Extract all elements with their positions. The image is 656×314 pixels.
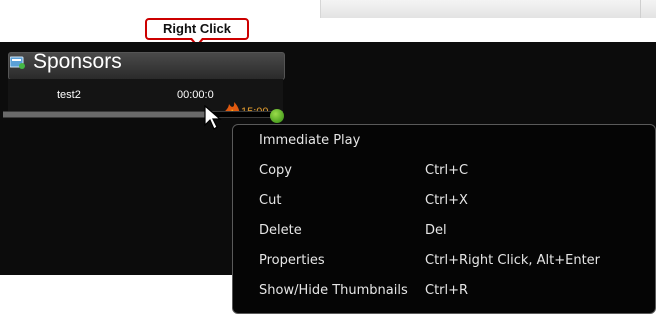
window-top-bar xyxy=(320,0,656,18)
right-click-callout: Right Click xyxy=(145,18,249,40)
menu-item-immediate-play[interactable]: Immediate Play xyxy=(233,129,656,153)
menu-item-shortcut: Ctrl+X xyxy=(425,193,468,208)
playlist-item[interactable]: test2 00:00:0 15:00 xyxy=(8,79,283,118)
menu-item-shortcut: Ctrl+R xyxy=(425,283,469,298)
app-canvas: Sponsors test2 00:00:0 15:00 Immediate P… xyxy=(0,42,656,314)
item-duration: 00:00:0 xyxy=(177,89,214,101)
menu-item-label: Copy xyxy=(259,163,292,178)
menu-item-delete[interactable]: Delete Del xyxy=(233,219,656,243)
menu-item-label: Show/Hide Thumbnails xyxy=(259,283,408,298)
item-name: test2 xyxy=(57,89,81,101)
menu-item-label: Delete xyxy=(259,223,302,238)
item-progress-bar xyxy=(3,111,283,118)
menu-item-label: Properties xyxy=(259,253,325,268)
panel-title: Sponsors xyxy=(33,50,122,73)
context-menu: Immediate Play Copy Ctrl+C Cut Ctrl+X De… xyxy=(232,124,656,314)
menu-item-shortcut: Ctrl+C xyxy=(425,163,469,178)
item-progress-fill xyxy=(3,112,205,117)
playlist-icon xyxy=(10,56,25,69)
menu-item-show-hide-thumbnails[interactable]: Show/Hide Thumbnails Ctrl+R xyxy=(233,279,656,303)
menu-item-cut[interactable]: Cut Ctrl+X xyxy=(233,189,656,213)
menu-item-shortcut: Ctrl+Right Click, Alt+Enter xyxy=(425,253,601,268)
menu-item-properties[interactable]: Properties Ctrl+Right Click, Alt+Enter xyxy=(233,249,656,273)
menu-item-label: Cut xyxy=(259,193,282,208)
menu-item-shortcut: Del xyxy=(425,223,447,238)
menu-item-copy[interactable]: Copy Ctrl+C xyxy=(233,159,656,183)
status-indicator-icon xyxy=(270,109,284,123)
mouse-cursor-icon xyxy=(204,105,222,130)
menu-item-label: Immediate Play xyxy=(259,133,361,148)
